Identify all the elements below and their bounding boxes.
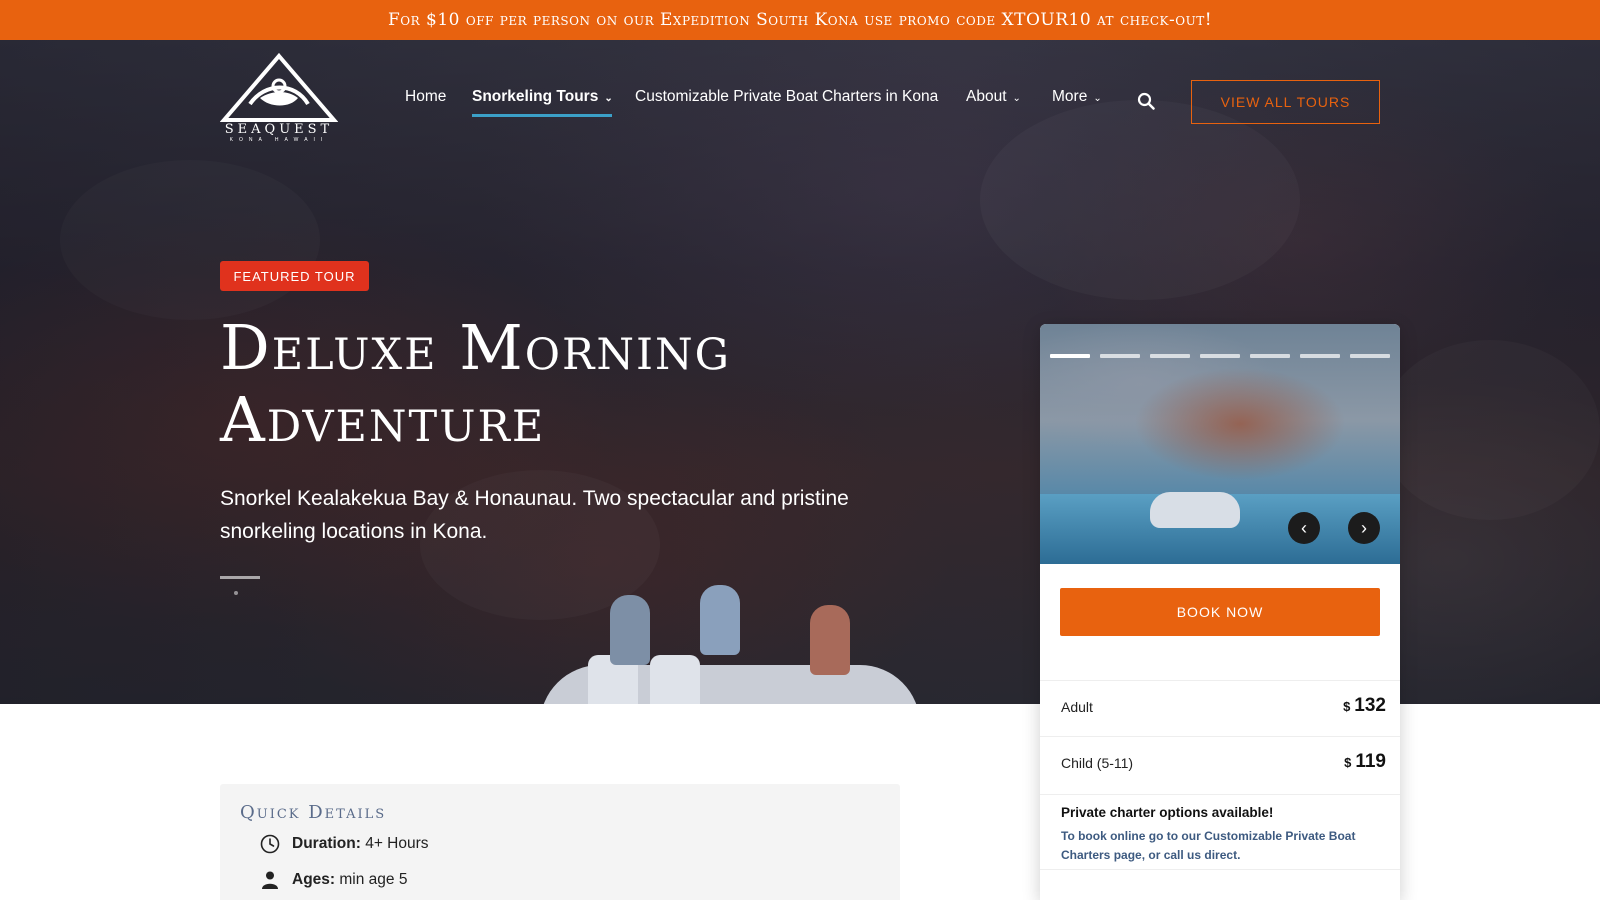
- hero-dot: [234, 591, 238, 595]
- price-currency: $: [1343, 699, 1351, 714]
- carousel-progress-bar[interactable]: [1150, 354, 1190, 358]
- carousel-progress-bar[interactable]: [1100, 354, 1140, 358]
- charter-title: Private charter options available!: [1061, 805, 1274, 820]
- chevron-down-icon: ⌄: [604, 92, 613, 104]
- hero-title-line: Deluxe Morning: [220, 311, 731, 384]
- price-currency: $: [1344, 755, 1352, 770]
- price-value: 119: [1355, 751, 1386, 772]
- nav-item-snorkeling-tours[interactable]: Snorkeling Tours ⌄: [472, 88, 613, 106]
- ages-value: min age 5: [339, 871, 408, 888]
- boat-passenger: [810, 605, 850, 675]
- search-icon[interactable]: [1137, 92, 1155, 110]
- nav-item-label: Snorkeling Tours: [472, 88, 599, 105]
- boat-motor: [650, 655, 700, 704]
- logo-mark-icon: [219, 52, 339, 122]
- hero-title: Deluxe Morning Adventure: [220, 312, 920, 456]
- price-label: Adult: [1061, 699, 1093, 715]
- hero-boat-image: [540, 585, 920, 704]
- carousel-progress-bar[interactable]: [1200, 354, 1240, 358]
- duration-value: 4+ Hours: [365, 835, 429, 852]
- detail-duration: Duration: 4+ Hours: [260, 834, 429, 854]
- carousel-progress-bar[interactable]: [1250, 354, 1290, 358]
- price-label: Child (5-11): [1061, 755, 1134, 771]
- private-charter-note: Private charter options available! To bo…: [1040, 794, 1400, 870]
- hero-description: Snorkel Kealakekua Bay & Honaunau. Two s…: [220, 487, 849, 543]
- price-amount: $119: [1344, 751, 1386, 773]
- quick-details-panel: Quick Details Duration: 4+ Hours Ages: m…: [220, 784, 900, 900]
- nav-active-underline: [472, 114, 612, 117]
- carousel-progress-bar[interactable]: [1350, 354, 1390, 358]
- nav-item-private-charters[interactable]: Customizable Private Boat Charters in Ko…: [635, 88, 938, 106]
- quick-details-title: Quick Details: [240, 802, 387, 823]
- charter-link[interactable]: To book online go to our Customizable Pr…: [1061, 827, 1361, 865]
- detail-ages: Ages: min age 5: [260, 870, 407, 890]
- carousel-progress-bar[interactable]: [1050, 354, 1090, 358]
- price-value: 132: [1354, 695, 1386, 716]
- person-icon: [262, 871, 278, 889]
- promo-banner[interactable]: For $10 off per person on our Expedition…: [0, 0, 1600, 40]
- seaquest-logo[interactable]: SEAQUEST KONA HAWAII: [219, 52, 339, 144]
- carousel-image-boat: [1150, 492, 1240, 528]
- nav-item-label: About: [966, 88, 1007, 105]
- clock-icon: [260, 834, 280, 854]
- nav-item-more[interactable]: More ⌄: [1052, 88, 1102, 106]
- view-all-tours-button[interactable]: VIEW ALL TOURS: [1191, 80, 1380, 124]
- boat-passenger: [610, 595, 650, 665]
- nav-item-home[interactable]: Home: [405, 88, 446, 106]
- logo-tagline: KONA HAWAII: [229, 137, 329, 143]
- hero-title-line: Adventure: [220, 383, 546, 456]
- boat-passenger: [700, 585, 740, 655]
- nav-item-label: Customizable Private Boat Charters in Ko…: [635, 88, 939, 105]
- nav-item-about[interactable]: About ⌄: [966, 88, 1021, 106]
- hero-divider: [220, 576, 260, 579]
- logo-text: SEAQUEST: [224, 122, 334, 137]
- duration-label: Duration:: [292, 835, 361, 852]
- booking-card: ‹ › BOOK NOW Adult $132 Child (5-11) $11…: [1040, 324, 1400, 900]
- price-row-child: Child (5-11) $119: [1040, 736, 1400, 792]
- ages-label: Ages:: [292, 871, 336, 888]
- featured-tour-badge: FEATURED TOUR: [220, 261, 369, 291]
- price-row-adult: Adult $132: [1040, 680, 1400, 736]
- chevron-down-icon: ⌄: [1012, 92, 1021, 104]
- price-amount: $132: [1343, 695, 1386, 717]
- carousel-progress-bar[interactable]: [1300, 354, 1340, 358]
- arrow-right-icon[interactable]: ›: [1348, 512, 1380, 544]
- book-now-button[interactable]: BOOK NOW: [1060, 588, 1380, 636]
- tour-image-carousel[interactable]: ‹ ›: [1040, 324, 1400, 564]
- promo-text: For $10 off per person on our Expedition…: [387, 10, 1213, 30]
- nav-item-label: More: [1052, 88, 1088, 105]
- arrow-left-icon[interactable]: ‹: [1288, 512, 1320, 544]
- chevron-down-icon: ⌄: [1093, 92, 1102, 104]
- nav-item-label: Home: [405, 88, 447, 105]
